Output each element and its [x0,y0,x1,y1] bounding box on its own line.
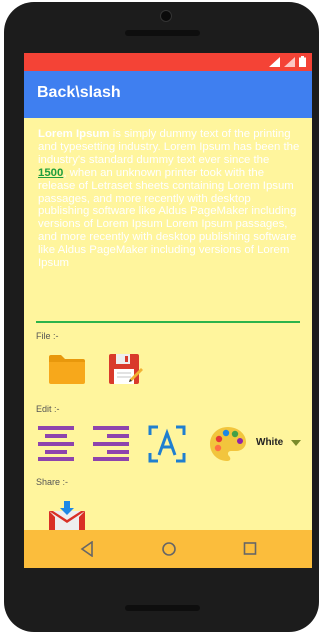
navigation-bar [24,530,312,568]
color-select-value[interactable]: White [256,437,283,448]
save-file-button[interactable] [108,353,144,394]
open-file-button[interactable] [48,353,86,390]
font-icon [148,425,186,463]
font-button[interactable] [148,425,186,468]
signal-icon-2 [284,57,295,67]
editor-underline [36,321,300,323]
nav-home-button[interactable] [161,541,177,562]
nav-back-button[interactable] [80,540,94,562]
align-right-button[interactable] [92,425,130,466]
signal-icon [269,57,280,67]
lorem-text-part2: , when an unknown printer took with the … [38,166,297,270]
align-left-button[interactable] [37,425,75,466]
edit-section-label: Edit :- [36,404,60,414]
back-icon [80,540,93,558]
app-bar: Back\slash [24,71,312,118]
phone-frame: Back\slash Lorem Ipsum is simply dummy t… [4,2,319,632]
gmail-icon [49,501,85,533]
status-icons [269,56,306,67]
share-section-label: Share :- [36,477,69,487]
color-palette-button[interactable] [209,425,247,468]
text-editor[interactable]: Lorem Ipsum is simply dummy text of the … [38,128,300,270]
status-bar [24,53,312,71]
screen: Back\slash Lorem Ipsum is simply dummy t… [24,53,312,568]
battery-icon [299,56,306,67]
lorem-link[interactable]: 1500 [38,167,63,179]
nav-recents-button[interactable] [243,541,257,562]
file-section-label: File :- [36,331,59,341]
lorem-bold-text: Lorem Ipsum [38,128,110,140]
main-content: Lorem Ipsum is simply dummy text of the … [24,118,312,533]
home-icon [162,542,176,556]
align-left-icon [38,426,74,461]
chevron-down-icon[interactable] [291,440,301,446]
folder-icon [49,355,85,384]
palette-icon [210,427,246,461]
save-icon [109,354,143,384]
front-camera [160,10,172,22]
top-speaker [125,30,200,36]
bottom-speaker [125,605,200,611]
app-title: Back\slash [37,84,121,101]
recents-icon [243,542,257,555]
align-right-icon [93,426,129,461]
